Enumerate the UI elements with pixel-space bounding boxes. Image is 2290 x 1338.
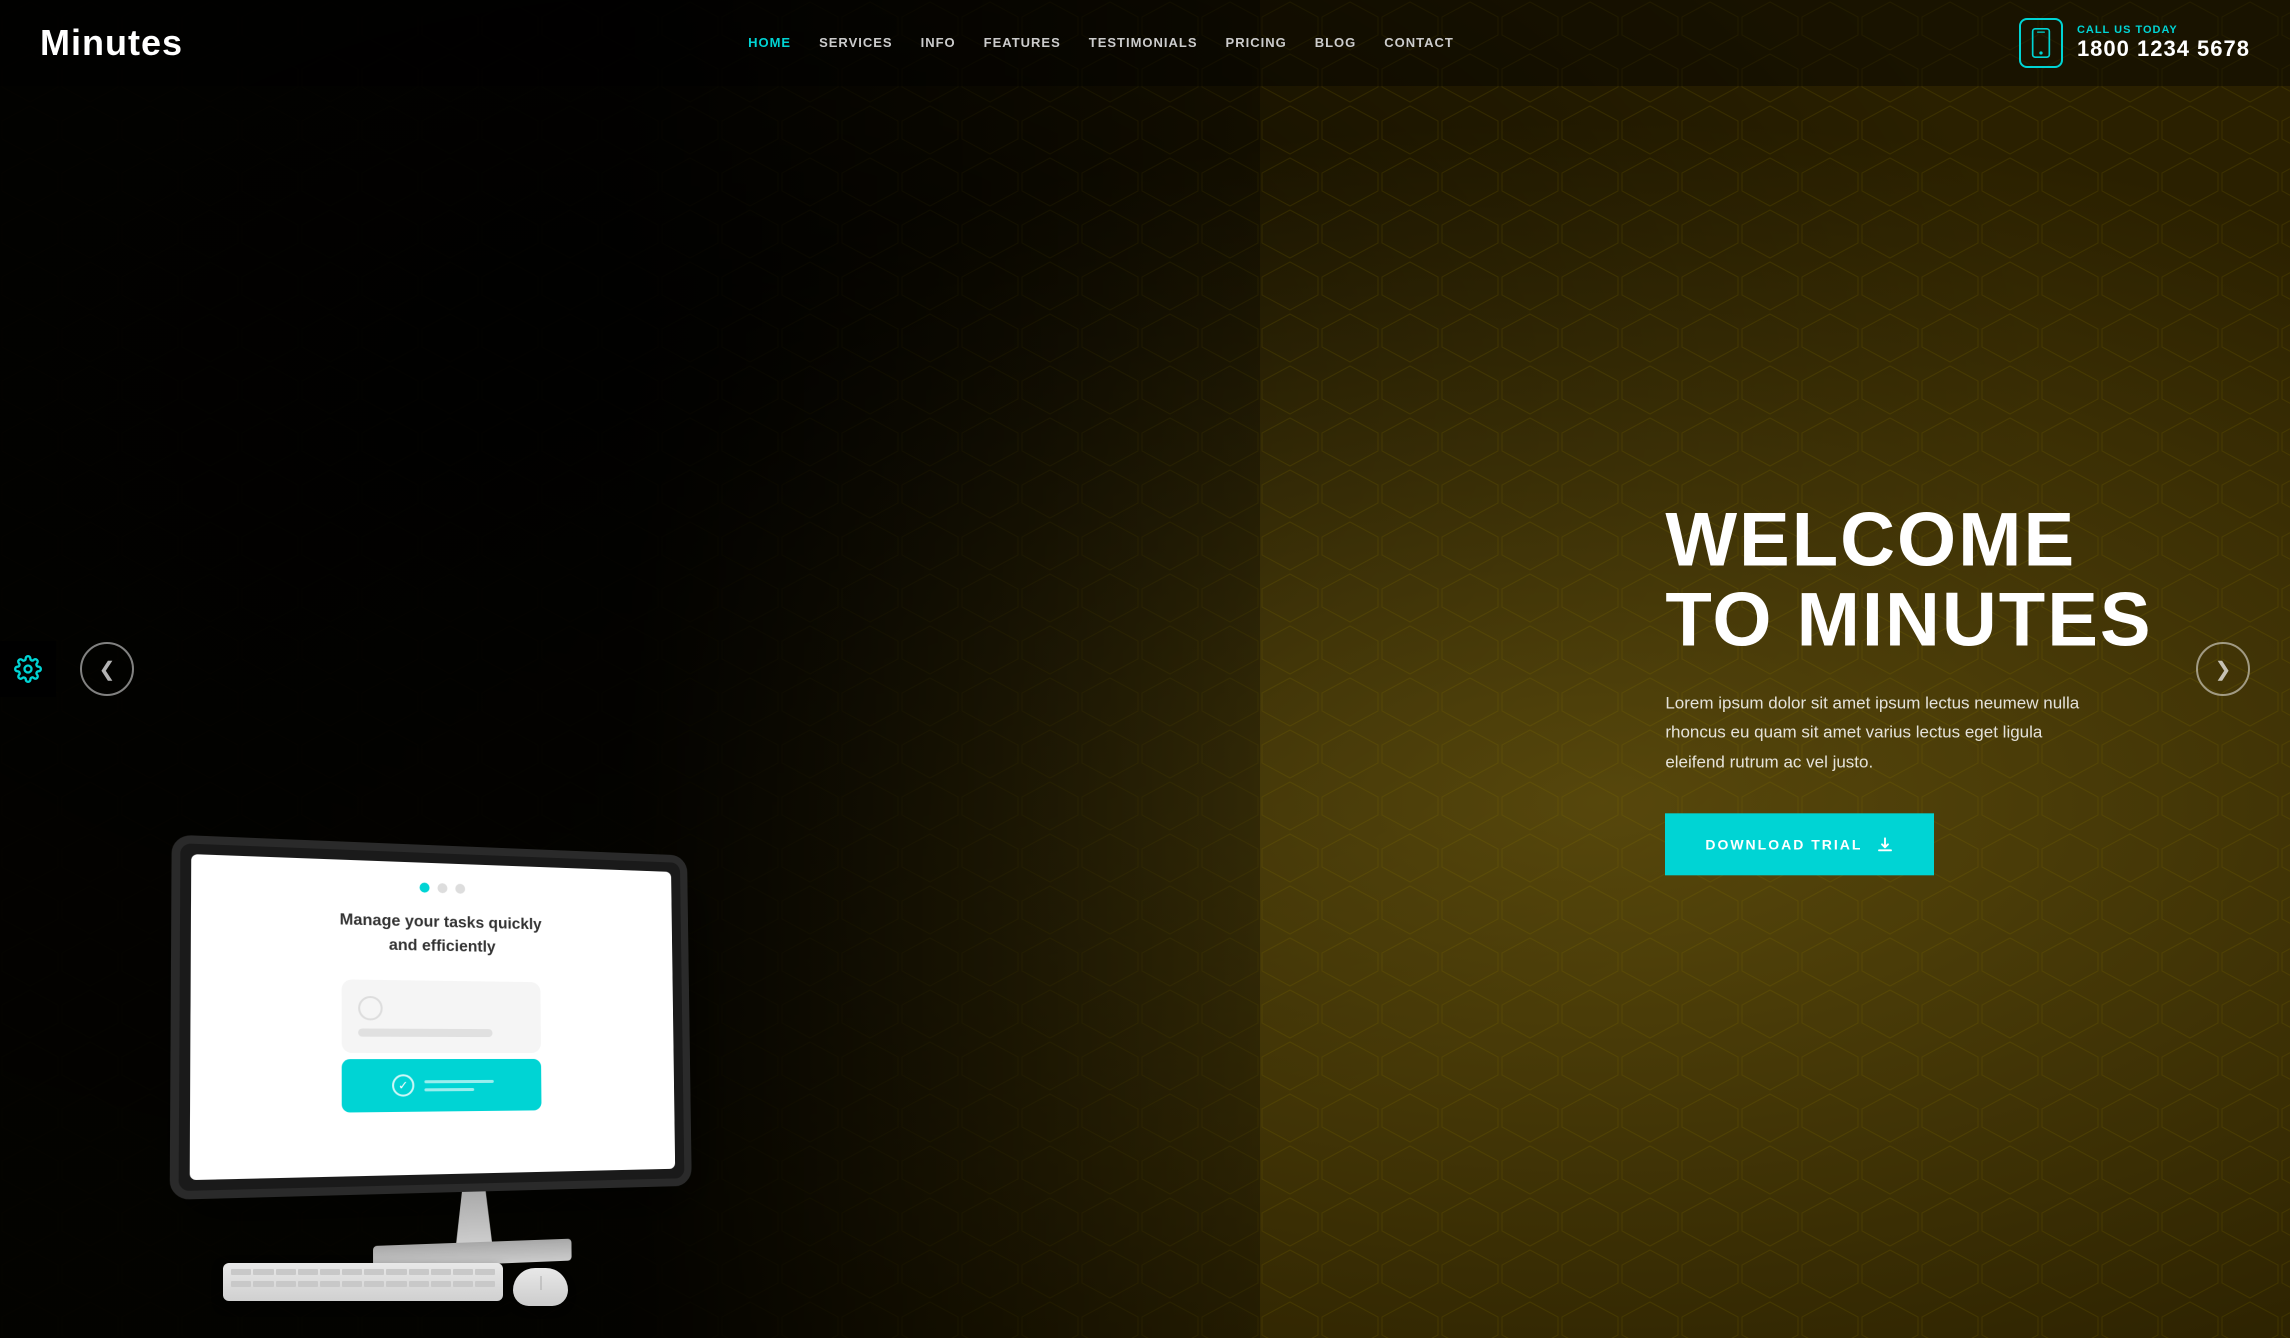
contact-info: CALL US TODAY 1800 1234 5678 (2019, 18, 2250, 68)
screen-card-bar (358, 1029, 493, 1038)
screen-dot-3 (455, 884, 465, 894)
screen-line-2 (425, 1088, 475, 1091)
screen-dot-1 (420, 883, 430, 893)
keyboard (223, 1263, 503, 1301)
monitor-screen: Manage your tasks quickly and efficientl… (190, 854, 675, 1180)
nav-blog[interactable]: BLOG (1315, 35, 1357, 50)
slider-prev-button[interactable]: ❮ (80, 642, 134, 696)
monitor-stand-neck (444, 1191, 504, 1243)
download-label: DOWNLOAD TRIAL (1705, 836, 1862, 852)
logo[interactable]: Minutes (40, 22, 183, 64)
settings-button[interactable] (0, 641, 56, 697)
gear-icon (14, 655, 42, 683)
phone-icon (2030, 28, 2052, 58)
download-icon (1876, 835, 1894, 853)
nav-info[interactable]: INFO (921, 35, 956, 50)
mouse-line (540, 1276, 541, 1290)
hero-content: WELCOME TO MINUTES Lorem ipsum dolor sit… (1665, 500, 2152, 875)
call-number: 1800 1234 5678 (2077, 36, 2250, 62)
screen-tagline: Manage your tasks quickly and efficientl… (340, 908, 542, 961)
screen-dots (420, 883, 466, 894)
screen-card (342, 979, 541, 1053)
hero-description: Lorem ipsum dolor sit amet ipsum lectus … (1665, 688, 2105, 777)
screen-line-1 (425, 1080, 494, 1083)
hero-title-line2: TO MINUTES (1665, 577, 2152, 662)
monitor-body: Manage your tasks quickly and efficientl… (170, 835, 692, 1200)
nav-testimonials[interactable]: TESTIMONIALS (1089, 35, 1198, 50)
screen-cta: ✓ (342, 1059, 542, 1113)
keyboard-keys (223, 1263, 503, 1281)
screen-check-icon: ✓ (392, 1074, 414, 1096)
hero-title-line1: WELCOME (1665, 497, 2076, 582)
nav-home[interactable]: HOME (748, 35, 791, 50)
screen-lines (425, 1080, 494, 1091)
chevron-right-icon: ❯ (2215, 657, 2232, 682)
keyboard-keys-row2 (223, 1281, 503, 1293)
slider-next-button[interactable]: ❯ (2196, 642, 2250, 696)
nav-features[interactable]: FEATURES (984, 35, 1061, 50)
chevron-left-icon: ❮ (99, 657, 116, 682)
nav-links: HOME SERVICES INFO FEATURES TESTIMONIALS… (748, 34, 1454, 52)
monitor-body-wrap: Manage your tasks quickly and efficientl… (169, 835, 746, 1278)
phone-icon-wrap (2019, 18, 2063, 68)
mouse (513, 1268, 568, 1306)
download-trial-button[interactable]: DOWNLOAD TRIAL (1665, 813, 1934, 875)
monitor-outer: Manage your tasks quickly and efficientl… (183, 845, 763, 1263)
monitor-illustration: Manage your tasks quickly and efficientl… (183, 845, 763, 1271)
screen-card-icon (358, 996, 383, 1021)
nav-services[interactable]: SERVICES (819, 35, 893, 50)
nav-pricing[interactable]: PRICING (1226, 35, 1287, 50)
navbar: Minutes HOME SERVICES INFO FEATURES TEST… (0, 0, 2290, 86)
call-label: CALL US TODAY (2077, 24, 2250, 36)
call-text: CALL US TODAY 1800 1234 5678 (2077, 24, 2250, 62)
nav-contact[interactable]: CONTACT (1384, 35, 1454, 50)
hero-section: Minutes HOME SERVICES INFO FEATURES TEST… (0, 0, 2290, 1338)
screen-dot-2 (438, 883, 448, 893)
hero-title: WELCOME TO MINUTES (1665, 500, 2152, 660)
